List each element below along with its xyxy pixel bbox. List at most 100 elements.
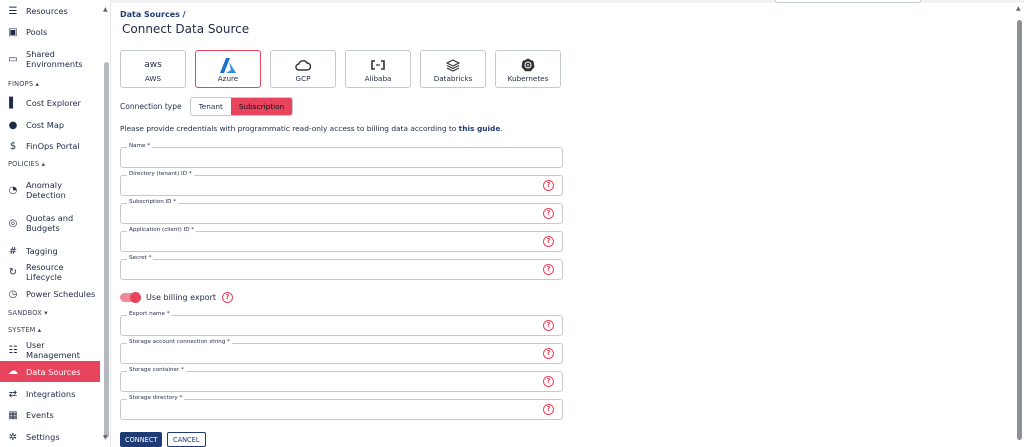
sidebar-item-pools[interactable]: ▣ Pools: [0, 25, 100, 39]
sidebar-item-shared-environments[interactable]: ▭ Shared Environments: [0, 48, 100, 70]
sidebar-item-label: User Management: [26, 340, 80, 360]
help-icon[interactable]: ?: [543, 404, 554, 415]
main-content: Data Sources / Connect Data Source aws A…: [111, 0, 1024, 447]
help-icon[interactable]: ?: [543, 180, 554, 191]
sidebar-item-tagging[interactable]: # Tagging: [0, 244, 100, 258]
field-label: Subscription ID *: [127, 199, 179, 205]
info-tail: .: [500, 124, 503, 133]
help-icon[interactable]: ?: [543, 208, 554, 219]
billing-export-toggle-row: Use billing export ?: [120, 291, 234, 303]
scroll-down-icon[interactable]: ▼: [103, 434, 108, 441]
provider-label: Alibaba: [364, 74, 392, 83]
help-icon[interactable]: ?: [543, 320, 554, 331]
sidebar-item-label: Cost Explorer: [26, 98, 81, 108]
scrollbar-thumb[interactable]: [104, 62, 109, 438]
help-icon[interactable]: ?: [543, 348, 554, 359]
kubernetes-logo-icon: [496, 56, 560, 74]
sidebar-item-power-schedules[interactable]: ◷ Power Schedules: [0, 287, 100, 301]
section-sandbox[interactable]: SANDBOX ▾: [8, 309, 48, 317]
sidebar-item-events[interactable]: ▦ Events: [0, 408, 100, 422]
application-client-id-field[interactable]: Application (client) ID * ?: [120, 227, 563, 252]
help-icon[interactable]: ?: [543, 236, 554, 247]
sidebar-item-anomaly-detection[interactable]: ◔ Anomaly Detection: [0, 179, 100, 201]
scroll-up-icon[interactable]: ▲: [1016, 5, 1021, 12]
billing-export-switch[interactable]: [120, 291, 141, 303]
provider-tile-kubernetes[interactable]: Kubernetes: [495, 50, 561, 88]
provider-tile-alibaba[interactable]: Alibaba: [345, 50, 411, 88]
sidebar-item-label: Settings: [26, 432, 60, 442]
sidebar-item-user-management[interactable]: ☷ User Management: [0, 340, 100, 360]
help-icon[interactable]: ?: [543, 376, 554, 387]
guide-link[interactable]: this guide: [459, 124, 501, 133]
field-label: Storage directory *: [127, 395, 185, 401]
connection-type-subscription[interactable]: Subscription: [230, 98, 293, 115]
storage-container-field[interactable]: Storage container * ?: [120, 367, 563, 392]
name-field[interactable]: Name *: [120, 143, 563, 168]
provider-tile-databricks[interactable]: Databricks: [420, 50, 486, 88]
scroll-up-icon[interactable]: ▲: [103, 6, 108, 13]
breadcrumb[interactable]: Data Sources /: [120, 10, 186, 19]
section-finops[interactable]: FINOPS ▴: [8, 80, 39, 88]
credentials-info-text: Please provide credentials with programm…: [120, 124, 503, 133]
sidebar-scrollbar[interactable]: ▲ ▼: [102, 6, 110, 443]
sidebar-item-cost-map[interactable]: ● Cost Map: [0, 118, 100, 132]
dollar-icon: $: [9, 140, 17, 152]
field-label: Export name *: [127, 311, 172, 317]
help-icon[interactable]: ?: [222, 292, 234, 303]
provider-tile-aws[interactable]: aws AWS: [120, 50, 186, 88]
provider-tile-azure[interactable]: Azure: [195, 50, 261, 88]
secret-field[interactable]: Secret * ?: [120, 255, 563, 280]
users-icon: ☷: [8, 344, 18, 356]
cloud-icon: ☁: [8, 366, 18, 377]
provider-label: AWS: [144, 74, 162, 83]
sidebar-item-label: Anomaly Detection: [26, 180, 66, 200]
scrollbar-thumb[interactable]: [1017, 20, 1022, 440]
list-icon: ☰: [8, 5, 18, 17]
field-label: Storage container *: [127, 367, 186, 373]
storage-connection-string-field[interactable]: Storage account connection string * ?: [120, 339, 563, 364]
connect-button[interactable]: CONNECT: [120, 432, 163, 447]
gcp-cloud-icon: [271, 56, 335, 74]
subscription-id-field[interactable]: Subscription ID * ?: [120, 199, 563, 224]
hashtag-icon: #: [8, 245, 18, 257]
clock-icon: ◷: [8, 288, 18, 300]
azure-logo-icon: [196, 56, 260, 74]
connection-type-row: Connection type Tenant Subscription: [120, 97, 294, 116]
lifecycle-icon: ↻: [8, 266, 18, 278]
sidebar-item-cost-explorer[interactable]: ▌ Cost Explorer: [0, 96, 100, 110]
sidebar-item-label: Integrations: [26, 389, 76, 399]
section-system[interactable]: SYSTEM ▴: [8, 326, 41, 334]
provider-tile-gcp[interactable]: GCP: [270, 50, 336, 88]
sidebar-item-settings[interactable]: ✲ Settings: [0, 430, 100, 444]
storage-directory-field[interactable]: Storage directory * ?: [120, 395, 563, 420]
sidebar: ☰ Resources ▣ Pools ▭ Shared Environment…: [0, 0, 111, 447]
help-icon[interactable]: ?: [543, 264, 554, 275]
sidebar-item-resources[interactable]: ☰ Resources: [0, 4, 100, 18]
field-label: Application (client) ID *: [127, 227, 197, 233]
main-scrollbar[interactable]: ▲: [1014, 5, 1024, 447]
switch-knob: [130, 291, 141, 303]
gear-icon: ✲: [8, 431, 18, 443]
connection-type-tenant[interactable]: Tenant: [191, 98, 231, 115]
page-title: Connect Data Source: [122, 22, 250, 36]
export-name-field[interactable]: Export name * ?: [120, 311, 563, 336]
budget-icon: ◎: [8, 217, 18, 229]
section-policies[interactable]: POLICIES ▴: [8, 160, 45, 168]
field-label: Directory (tenant) ID *: [127, 171, 194, 177]
databricks-logo-icon: [421, 56, 485, 74]
alibaba-logo-icon: [346, 56, 410, 74]
field-label: Secret *: [127, 255, 154, 261]
provider-label: Kubernetes: [507, 74, 549, 83]
sidebar-item-label: Quotas and Budgets: [26, 213, 74, 233]
field-label: Name *: [127, 143, 153, 149]
connection-type-label: Connection type: [120, 102, 182, 111]
sidebar-item-integrations[interactable]: ⇄ Integrations: [0, 387, 100, 401]
globe-icon: ●: [8, 119, 18, 131]
calendar-icon: ▦: [8, 409, 18, 421]
cancel-button[interactable]: CANCEL: [167, 432, 206, 447]
sidebar-item-resource-lifecycle[interactable]: ↻ Resource Lifecycle: [0, 262, 100, 282]
sidebar-item-finops-portal[interactable]: $ FinOps Portal: [0, 139, 100, 153]
sidebar-item-data-sources[interactable]: ☁ Data Sources: [0, 361, 100, 382]
directory-tenant-id-field[interactable]: Directory (tenant) ID * ?: [120, 171, 563, 196]
sidebar-item-quotas-and-budgets[interactable]: ◎ Quotas and Budgets: [0, 212, 100, 234]
